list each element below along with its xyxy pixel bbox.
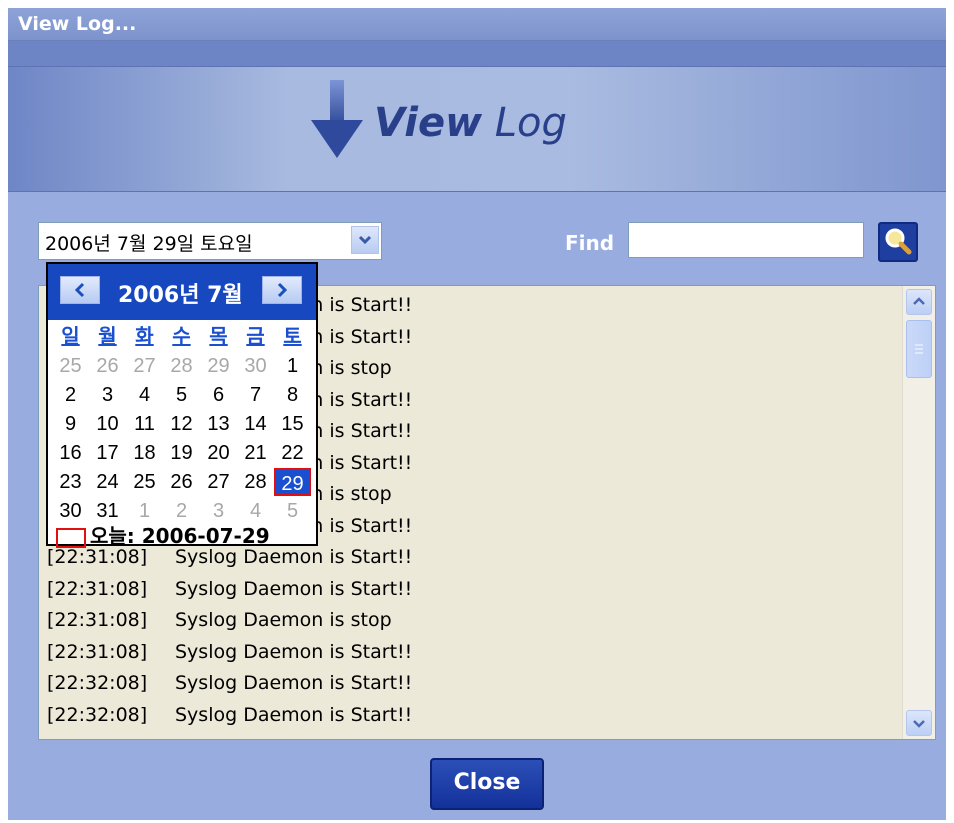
- log-message: Syslog Daemon is Start!!: [175, 577, 413, 600]
- calendar-day[interactable]: 30: [237, 352, 274, 380]
- log-entry[interactable]: [22:31:08] Syslog Daemon is stop: [47, 605, 412, 637]
- scroll-down-button[interactable]: [906, 710, 932, 736]
- search-icon: [885, 228, 912, 255]
- log-message: Syslog Daemon is stop: [175, 609, 392, 631]
- calendar-day[interactable]: 20: [200, 439, 237, 467]
- window-title: View Log...: [18, 13, 137, 35]
- week-row: 25 26 27 28 29 30 1: [52, 351, 311, 380]
- down-arrow-icon: [311, 80, 363, 158]
- calendar-grid: 일 월 화 수 목 금 토 25 26 27 28 29 30 1 2 3 4 5 6 7 8 9 10 11 12 13 14 15…: [52, 322, 311, 525]
- calendar-day[interactable]: 17: [89, 439, 126, 467]
- vertical-scrollbar[interactable]: [902, 286, 935, 739]
- week-row: 16 17 18 19 20 21 22: [52, 438, 311, 467]
- calendar-day[interactable]: 13: [200, 410, 237, 438]
- today-marker: [56, 527, 86, 548]
- title-bar[interactable]: View Log...: [8, 8, 946, 41]
- prev-month-button[interactable]: [60, 276, 100, 304]
- find-label: Find: [565, 231, 615, 255]
- weekday-label: 화: [135, 325, 154, 348]
- scroll-thumb[interactable]: [906, 320, 932, 378]
- calendar-popup[interactable]: 2006년 7월 일 월 화 수 목 금 토 25 26 27 28 29 30 1 2 3 4 5 6 7 8 9 10 1…: [46, 262, 318, 549]
- log-time: [22:31:08]: [47, 609, 148, 631]
- chevron-up-icon: [913, 297, 925, 305]
- calendar-day[interactable]: 18: [126, 439, 163, 467]
- log-entry[interactable]: [22:31:08] Syslog Daemon is Start!!: [47, 637, 412, 669]
- search-button[interactable]: [878, 222, 918, 262]
- date-dropdown-button[interactable]: [351, 226, 379, 254]
- close-button[interactable]: Close: [430, 758, 544, 810]
- log-entry[interactable]: [22:31:08] Syslog Daemon is Start!!: [47, 574, 412, 606]
- log-time: [22:32:08]: [47, 703, 148, 726]
- calendar-day[interactable]: 28: [237, 468, 274, 496]
- calendar-day[interactable]: 3: [89, 381, 126, 409]
- week-row: 23 24 25 26 27 28 29: [52, 467, 311, 496]
- calendar-day[interactable]: 12: [163, 410, 200, 438]
- log-entry[interactable]: [22:32:08] Syslog Daemon is Start!!: [47, 668, 412, 700]
- week-row: 9 10 11 12 13 14 15: [52, 409, 311, 438]
- chevron-down-icon: [913, 720, 925, 728]
- weekday-label: 금: [246, 325, 265, 348]
- calendar-day[interactable]: 11: [126, 410, 163, 438]
- calendar-day[interactable]: 5: [163, 381, 200, 409]
- calendar-day[interactable]: 4: [126, 381, 163, 409]
- calendar-day[interactable]: 25: [126, 468, 163, 496]
- weekday-label: 월: [98, 325, 117, 348]
- calendar-day[interactable]: 28: [163, 352, 200, 380]
- calendar-day[interactable]: 16: [52, 439, 89, 467]
- calendar-day[interactable]: 2: [52, 381, 89, 409]
- calendar-day[interactable]: 24: [89, 468, 126, 496]
- banner-title-rest: Log: [482, 100, 567, 146]
- calendar-header: 2006년 7월: [48, 264, 316, 320]
- log-time: [22:31:08]: [47, 640, 148, 663]
- scroll-up-button[interactable]: [906, 289, 932, 315]
- date-select-value: 2006년 7월 29일 토요일: [45, 233, 253, 255]
- next-month-button[interactable]: [262, 276, 302, 304]
- weekday-label: 수: [172, 325, 191, 348]
- log-message: Syslog Daemon is Start!!: [175, 546, 413, 568]
- today-label: 오늘: 2006-07-29: [90, 524, 270, 548]
- calendar-day[interactable]: 22: [274, 439, 311, 467]
- calendar-day[interactable]: 5: [274, 497, 311, 525]
- calendar-day[interactable]: 25: [52, 352, 89, 380]
- weekday-label: 토: [283, 325, 302, 348]
- calendar-day[interactable]: 29: [274, 467, 311, 496]
- chevron-down-icon: [358, 235, 372, 245]
- calendar-day[interactable]: 10: [89, 410, 126, 438]
- weekday-label: 일: [61, 325, 80, 348]
- calendar-day[interactable]: 1: [274, 352, 311, 380]
- calendar-day[interactable]: 7: [237, 381, 274, 409]
- banner-title: View Log: [374, 100, 567, 146]
- log-message: Syslog Daemon is Start!!: [175, 703, 413, 726]
- log-message: Syslog Daemon is Start!!: [175, 672, 413, 694]
- calendar-day[interactable]: 29: [200, 352, 237, 380]
- calendar-day[interactable]: 27: [126, 352, 163, 380]
- calendar-day[interactable]: 9: [52, 410, 89, 438]
- weekday-row: 일월화수목금토: [52, 322, 311, 351]
- calendar-day[interactable]: 21: [237, 439, 274, 467]
- log-entry[interactable]: [22:32:08] Syslog Daemon is Start!!: [47, 700, 412, 732]
- log-time: [22:32:08]: [47, 672, 148, 694]
- find-input[interactable]: [628, 222, 864, 258]
- log-time: [22:31:08]: [47, 577, 148, 600]
- calendar-day[interactable]: 26: [163, 468, 200, 496]
- week-row: 2345678: [52, 380, 311, 409]
- calendar-day[interactable]: 14: [237, 410, 274, 438]
- banner-title-bold: View: [374, 100, 483, 146]
- calendar-day[interactable]: 15: [274, 410, 311, 438]
- weekday-label: 목: [209, 325, 228, 348]
- calendar-day[interactable]: 27: [200, 468, 237, 496]
- calendar-month-title: 2006년 7월: [118, 283, 243, 308]
- calendar-day[interactable]: 26: [89, 352, 126, 380]
- calendar-day[interactable]: 6: [200, 381, 237, 409]
- date-select[interactable]: 2006년 7월 29일 토요일: [38, 222, 382, 260]
- log-message: Syslog Daemon is Start!!: [175, 640, 413, 663]
- calendar-day[interactable]: 8: [274, 381, 311, 409]
- grip-icon: [915, 344, 923, 354]
- calendar-day[interactable]: 19: [163, 439, 200, 467]
- calendar-day[interactable]: 23: [52, 468, 89, 496]
- chevron-left-icon: [74, 282, 85, 298]
- today-link[interactable]: 오늘: 2006-07-29: [56, 520, 270, 549]
- chevron-right-icon: [277, 282, 288, 298]
